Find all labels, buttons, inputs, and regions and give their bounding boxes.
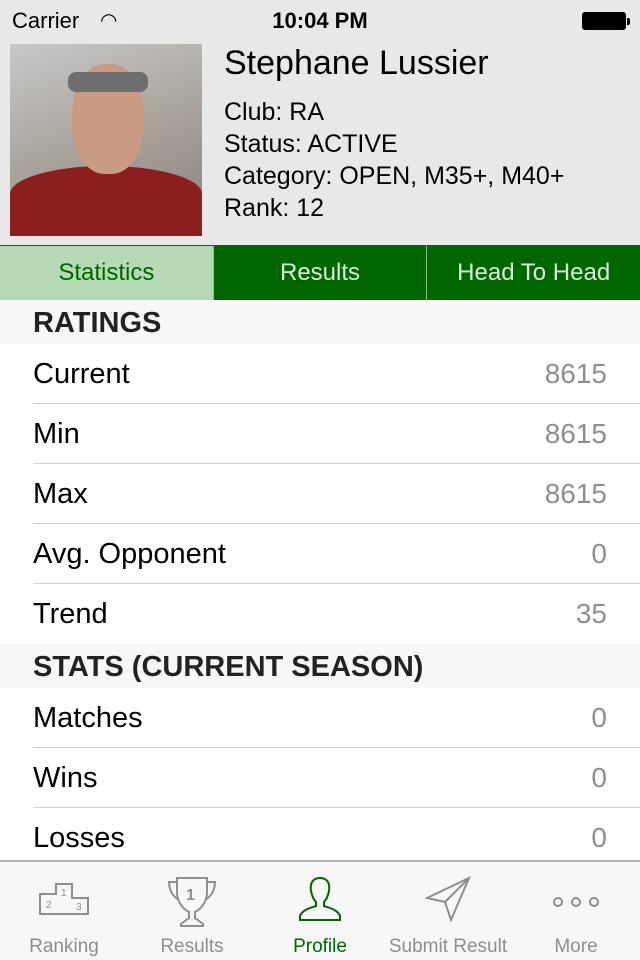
tab-ranking[interactable]: 213 Ranking	[0, 862, 128, 960]
statistics-list[interactable]: RATINGS Current 8615 Min 8615 Max 8615 Avg.…	[0, 300, 640, 860]
segmented-control: Statistics Results Head To Head	[0, 245, 640, 300]
podium-icon: 213	[39, 883, 89, 915]
person-icon	[299, 876, 341, 921]
row-label: Losses	[33, 821, 125, 854]
row-label: Current	[33, 357, 130, 390]
tab-submit-result[interactable]: Submit Result	[384, 862, 512, 960]
row-label: Matches	[33, 701, 143, 734]
row-value: 8615	[544, 478, 607, 509]
category-label: Category: OPEN, M35+, M40+	[224, 162, 565, 190]
row-value: 8615	[544, 358, 607, 389]
row-label: Trend	[33, 597, 108, 630]
list-item: Matches 0	[0, 688, 640, 748]
section-header-stats: STATS (CURRENT SEASON)	[0, 644, 640, 688]
clock: 10:04 PM	[272, 8, 368, 33]
segment-statistics[interactable]: Statistics	[0, 246, 213, 300]
battery-icon	[582, 12, 630, 30]
svg-text:2: 2	[46, 900, 52, 911]
list-item: Current 8615	[0, 344, 640, 404]
tab-label: Profile	[293, 936, 347, 957]
row-value: 0	[591, 822, 607, 853]
row-label: Max	[33, 477, 88, 510]
status-label: Status: ACTIVE	[224, 130, 398, 158]
player-photo	[10, 44, 202, 236]
svg-text:1: 1	[186, 887, 195, 904]
tab-results[interactable]: 1 Results	[128, 862, 256, 960]
segment-head-to-head[interactable]: Head To Head	[426, 246, 640, 300]
tab-label: Results	[160, 936, 224, 957]
list-item: Min 8615	[0, 404, 640, 464]
row-label: Wins	[33, 761, 98, 794]
segment-results[interactable]: Results	[212, 246, 427, 300]
row-value: 35	[575, 598, 607, 629]
tab-label: More	[554, 936, 598, 957]
list-item: Avg. Opponent 0	[0, 524, 640, 584]
list-item: Wins 0	[0, 748, 640, 808]
tab-more[interactable]: More	[512, 862, 640, 960]
status-bar: Carrier ◠ 10:04 PM	[0, 0, 640, 40]
list-item: Losses 0	[0, 808, 640, 860]
more-icon	[553, 897, 599, 907]
profile-header: Carrier ◠ 10:04 PM Stephane Lussier Club…	[0, 0, 640, 245]
list-item: Max 8615	[0, 464, 640, 524]
row-value: 8615	[544, 418, 607, 449]
player-name: Stephane Lussier	[224, 44, 489, 82]
row-label: Min	[33, 417, 80, 450]
trophy-icon: 1	[167, 877, 217, 927]
section-header-ratings: RATINGS	[0, 300, 640, 344]
tab-bar: 213 Ranking 1 Results Profile Submit Res…	[0, 860, 640, 960]
svg-text:1: 1	[61, 888, 67, 899]
row-value: 0	[591, 538, 607, 569]
row-value: 0	[591, 762, 607, 793]
list-item: Trend 35	[0, 584, 640, 644]
rank-label: Rank: 12	[224, 194, 325, 222]
tab-label: Submit Result	[388, 936, 508, 957]
row-value: 0	[591, 702, 607, 733]
svg-text:3: 3	[76, 902, 82, 913]
club-label: Club: RA	[224, 98, 325, 126]
row-label: Avg. Opponent	[33, 537, 226, 570]
tab-label: Ranking	[29, 936, 99, 957]
tab-profile[interactable]: Profile	[256, 862, 384, 960]
paper-plane-icon	[425, 876, 471, 922]
